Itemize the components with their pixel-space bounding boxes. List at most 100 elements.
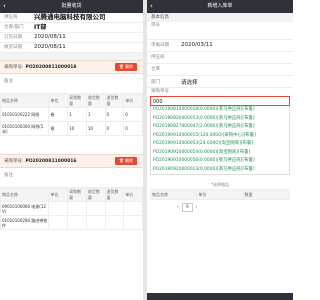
department-select[interactable]: 部门 请选择	[147, 76, 293, 88]
item-receive-qty[interactable]: 1	[85, 107, 106, 122]
column-header: 单价	[123, 94, 143, 108]
po-number: PO20200811000018	[25, 64, 77, 70]
suggestion-item[interactable]: PO20190810000018(0.0000)[莱马供应商][布鲁]	[151, 106, 289, 115]
prev-page-icon[interactable]: ‹	[177, 205, 179, 210]
dept-label: 部门	[151, 79, 160, 85]
items-table: 物品名称 单位 采购数量 收货数量 退货数量 单价 09010100066 电源…	[0, 188, 143, 230]
item-receive-qty[interactable]: 10	[85, 121, 106, 136]
pager: ‹ 9 ›	[177, 203, 293, 212]
selected-items-table: 物品名称 单位 数量	[149, 189, 291, 200]
delete-label: 删除	[125, 64, 133, 69]
trash-icon: 🗑	[118, 158, 124, 163]
field-label: 供应商	[4, 15, 18, 20]
item-name: 01010100300 网线(5米)	[0, 121, 50, 136]
item-unit: 根	[48, 121, 69, 136]
receive-panel: ‹ 批量收货 供应商 兴腾通电脑科技有限公司 仓库/部门 IT部 订货日期 20…	[0, 0, 143, 300]
remark-field[interactable]: 备注	[0, 168, 143, 188]
warehouse-label: 仓库	[151, 67, 160, 72]
date-value: 2020/03/11	[181, 42, 213, 48]
item-unit	[48, 201, 69, 216]
table-row: 01010100286 路由带铁件	[0, 215, 143, 230]
item-price	[123, 201, 143, 216]
item-name: 01010100222 网线	[0, 107, 50, 122]
remark-label: 备注	[4, 79, 13, 84]
suggestion-item[interactable]: PO20190820000013(0.0000)[莱马供应商][布鲁]	[151, 115, 289, 124]
item-unit	[48, 215, 69, 230]
item-name: 09010100066 电源(12V)	[0, 201, 50, 216]
column-header: 物品名称	[149, 189, 198, 200]
section-header: 基本信息	[147, 13, 293, 22]
item-price: 0	[123, 121, 143, 136]
field-label: 订货日期	[4, 35, 22, 40]
delete-label: 删除	[125, 158, 133, 163]
date-field[interactable]: 单据日期 2020/03/11	[147, 40, 293, 52]
order-date-field: 订货日期 2020/08/11	[0, 33, 143, 43]
left-page-title: 批量收货	[61, 3, 82, 9]
column-header: 单位	[196, 189, 244, 200]
suggestion-item[interactable]: PO20190910000053(24.0000)[淘宝网商][布鲁]	[151, 140, 289, 149]
item-order-qty: 1	[67, 107, 87, 122]
date-label: 单据日期	[151, 43, 169, 48]
item-return-qty[interactable]	[104, 215, 125, 230]
back-arrow-icon[interactable]: ‹	[150, 0, 153, 13]
delete-button[interactable]: 🗑 删除	[114, 157, 137, 165]
item-price	[123, 215, 143, 230]
column-header: 退货数量	[104, 188, 125, 202]
receive-date-field[interactable]: 收货日期 2020/08/11	[0, 43, 143, 53]
column-header: 采购数量	[67, 188, 87, 202]
right-titlebar: ‹ 新增入库单	[147, 0, 293, 13]
table-header-row: 物品名称 单位 采购数量 收货数量 退货数量 单价	[0, 94, 143, 108]
supplier-label: 供应商	[151, 55, 165, 60]
order-no-input[interactable]	[147, 30, 293, 40]
item-order-qty	[67, 201, 87, 216]
item-return-qty[interactable]: 0	[104, 107, 125, 122]
page-select[interactable]: 9	[181, 203, 193, 212]
warehouse-value: IT部	[34, 24, 47, 31]
po-header: 采购单号: PO20200811000018 🗑 删除	[0, 60, 143, 74]
next-page-icon[interactable]: ›	[196, 205, 198, 210]
item-receive-qty[interactable]	[85, 215, 106, 230]
item-return-qty[interactable]	[104, 201, 125, 216]
column-header: 物品名称	[0, 188, 50, 202]
po-search-label: 采购单号	[151, 89, 169, 94]
column-header: 单价	[123, 188, 143, 202]
table-row: 01010100222 网线 卷 1 1 0 0	[0, 107, 143, 122]
table-row: 09010100066 电源(12V)	[0, 201, 143, 216]
po-label: 采购单号:	[4, 159, 24, 164]
column-header: 采购数量	[67, 94, 87, 108]
order-no-label: 单号	[151, 23, 160, 28]
suggestion-item[interactable]: PO20190910000015(120.0000)[采购中心][布鲁]	[151, 132, 289, 141]
delete-button[interactable]: 🗑 删除	[114, 63, 137, 71]
column-header: 收货数量	[85, 188, 106, 202]
table-row: 01010100300 网线(5米) 根 10 10 0 0	[0, 121, 143, 136]
spacer	[0, 136, 143, 154]
po-number: PO20200811000016	[25, 158, 77, 164]
warehouse-field: 仓库/部门 IT部	[0, 23, 143, 33]
po-search-input[interactable]: 000	[150, 96, 290, 106]
supplier-value: 兴腾通电脑科技有限公司	[34, 13, 106, 21]
remark-label: 备注	[4, 173, 13, 178]
suggestion-item[interactable]: PO20190920000013(0.0000)[莱马供应商][布鲁]	[151, 166, 289, 175]
item-name: 01010100286 路由带铁件	[0, 215, 50, 230]
remark-field[interactable]: 备注	[0, 74, 143, 94]
po-suggestion-list: PO20190810000018(0.0000)[莱马供应商][布鲁] PO20…	[150, 106, 290, 175]
column-header: 单位	[48, 188, 69, 202]
supplier-field[interactable]: 供应商	[147, 52, 293, 64]
item-order-qty	[67, 215, 87, 230]
items-table: 物品名称 单位 采购数量 收货数量 退货数量 单价 01010100222 网线…	[0, 94, 143, 136]
suggestion-item[interactable]: PO20190827000047(2.0000)[莱马供应商][布鲁]	[151, 123, 289, 132]
item-return-qty[interactable]: 0	[104, 121, 125, 136]
po-label: 采购单号:	[4, 65, 24, 70]
suggestion-item[interactable]: PO20190910000056(0.0000)[莱马供应商][布鲁]	[151, 157, 289, 166]
item-unit: 卷	[48, 107, 69, 122]
table-header-row: 物品名称 单位 数量	[149, 189, 291, 200]
field-label: 收货日期	[4, 45, 22, 50]
new-stock-in-panel: ‹ 新增入库单 基本信息 单号 单据日期 2020/03/11 供应商 仓库 部…	[147, 0, 293, 300]
warehouse-field[interactable]: 仓库	[147, 64, 293, 76]
back-arrow-icon[interactable]: ‹	[3, 0, 6, 13]
trash-icon: 🗑	[118, 64, 124, 69]
suggestion-item[interactable]: PO20190910000054(0.0000)[淘宝网商][布鲁]	[151, 149, 289, 158]
table-header-row: 物品名称 单位 采购数量 收货数量 退货数量 单价	[0, 188, 143, 202]
item-receive-qty[interactable]	[85, 201, 106, 216]
left-titlebar: ‹ 批量收货	[0, 0, 143, 13]
